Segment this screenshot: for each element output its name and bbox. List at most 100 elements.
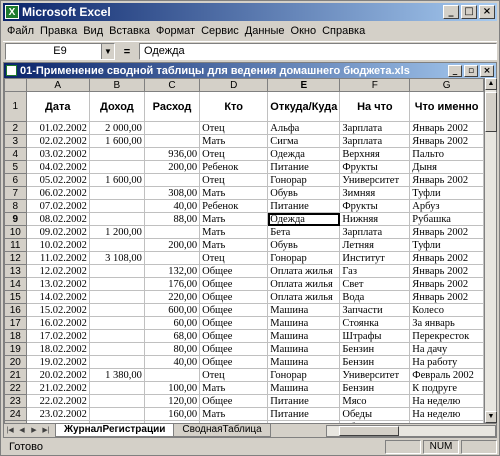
close-button[interactable]: × <box>479 5 495 19</box>
workbook-close-button[interactable]: × <box>480 64 494 77</box>
data-cell[interactable] <box>143 225 201 239</box>
data-cell[interactable] <box>143 173 201 187</box>
prev-sheet-icon[interactable]: ◀ <box>16 425 28 437</box>
data-cell[interactable]: 308,00 <box>143 186 201 200</box>
data-cell[interactable]: Зимняя <box>339 186 411 200</box>
data-cell[interactable]: 07.02.2002 <box>25 199 90 213</box>
data-cell[interactable]: Рубашка <box>409 212 484 226</box>
data-cell[interactable]: Машина <box>267 303 341 317</box>
row-header[interactable]: 14 <box>4 277 27 291</box>
data-cell[interactable]: Общее <box>199 303 269 317</box>
data-cell[interactable]: Гонорар <box>267 173 341 187</box>
data-cell[interactable]: 1 600,00 <box>88 173 145 187</box>
data-cell[interactable]: 06.02.2002 <box>25 186 90 200</box>
data-cell[interactable]: Общее <box>199 394 269 408</box>
data-cell[interactable] <box>88 407 145 421</box>
data-cell[interactable] <box>88 186 145 200</box>
data-cell[interactable]: 21.02.2002 <box>25 381 90 395</box>
data-cell[interactable]: 68,00 <box>143 329 201 343</box>
data-cell[interactable]: 2 000,00 <box>88 121 145 135</box>
header-cell[interactable]: Доход <box>88 91 145 122</box>
header-cell[interactable]: Откуда/Куда <box>267 91 341 122</box>
data-cell[interactable]: Гонорар <box>267 251 341 265</box>
data-cell[interactable] <box>88 316 145 330</box>
row-header[interactable]: 7 <box>4 186 27 200</box>
data-cell[interactable]: Январь 2002 <box>409 290 484 304</box>
column-header[interactable]: C <box>143 78 201 92</box>
vertical-scroll-thumb[interactable] <box>485 92 497 132</box>
data-cell[interactable]: Январь 2002 <box>409 173 484 187</box>
data-cell[interactable]: 02.02.2002 <box>25 134 90 148</box>
data-cell[interactable] <box>88 264 145 278</box>
data-cell[interactable]: Сигма <box>267 134 341 148</box>
data-cell[interactable]: Нижняя <box>339 212 411 226</box>
header-cell[interactable]: Расход <box>143 91 201 122</box>
data-cell[interactable]: Обеды <box>339 407 411 421</box>
data-cell[interactable]: 04.02.2002 <box>25 160 90 174</box>
data-cell[interactable]: Фрукты <box>339 160 411 174</box>
data-cell[interactable]: Фрукты <box>339 199 411 213</box>
data-cell[interactable] <box>88 238 145 252</box>
data-cell[interactable] <box>88 355 145 369</box>
data-cell[interactable]: Зарплата <box>339 121 411 135</box>
data-cell[interactable] <box>88 277 145 291</box>
header-cell[interactable]: На что <box>339 91 411 122</box>
data-cell[interactable]: 1 600,00 <box>88 134 145 148</box>
data-cell[interactable]: Стоянка <box>339 316 411 330</box>
data-cell[interactable]: Университет <box>339 173 411 187</box>
data-cell[interactable]: 12.02.2002 <box>25 264 90 278</box>
data-cell[interactable] <box>88 394 145 408</box>
data-cell[interactable]: 09.02.2002 <box>25 225 90 239</box>
row-header[interactable]: 2 <box>4 121 27 135</box>
data-cell[interactable] <box>88 329 145 343</box>
menu-item[interactable]: Формат <box>156 25 195 37</box>
data-cell[interactable]: Машина <box>267 342 341 356</box>
maximize-button[interactable]: □ <box>461 5 477 19</box>
data-cell[interactable]: Арбуз <box>409 199 484 213</box>
data-cell[interactable]: 80,00 <box>143 342 201 356</box>
row-header[interactable]: 11 <box>4 238 27 252</box>
data-cell[interactable]: Штрафы <box>339 329 411 343</box>
tab-journal[interactable]: ЖурналРегистрации <box>55 424 175 437</box>
data-cell[interactable]: 600,00 <box>143 303 201 317</box>
data-cell[interactable]: Питание <box>267 160 341 174</box>
horizontal-scrollbar[interactable] <box>326 424 496 437</box>
data-cell[interactable]: Январь 2002 <box>409 277 484 291</box>
data-cell[interactable]: 03.02.2002 <box>25 147 90 161</box>
workbook-minimize-button[interactable]: _ <box>448 64 462 77</box>
data-cell[interactable]: Февраль 2002 <box>409 368 484 382</box>
data-cell[interactable] <box>88 212 145 226</box>
first-sheet-icon[interactable]: |◀ <box>4 425 16 437</box>
menu-item[interactable]: Данные <box>245 25 285 37</box>
column-header[interactable]: F <box>339 78 411 92</box>
data-cell[interactable]: Мясо <box>339 394 411 408</box>
vertical-scrollbar[interactable]: ▲ ▼ <box>484 78 497 423</box>
data-cell[interactable]: На неделю <box>409 394 484 408</box>
data-cell[interactable]: Отец <box>199 121 269 135</box>
data-cell[interactable]: Бензин <box>339 381 411 395</box>
data-cell[interactable]: Отец <box>199 251 269 265</box>
data-cell[interactable]: На неделю <box>409 407 484 421</box>
data-cell[interactable] <box>88 303 145 317</box>
row-header[interactable]: 23 <box>4 394 27 408</box>
data-cell[interactable]: 01.02.2002 <box>25 121 90 135</box>
data-cell[interactable]: Мать <box>199 238 269 252</box>
data-cell[interactable]: 40,00 <box>143 199 201 213</box>
data-cell[interactable]: Машина <box>267 355 341 369</box>
data-cell[interactable] <box>88 342 145 356</box>
data-cell[interactable]: Январь 2002 <box>409 134 484 148</box>
scroll-up-icon[interactable]: ▲ <box>485 78 497 90</box>
data-cell[interactable]: Перекресток <box>409 329 484 343</box>
scroll-down-icon[interactable]: ▼ <box>485 411 497 423</box>
data-cell[interactable]: 1 380,00 <box>88 368 145 382</box>
data-cell[interactable]: Бета <box>267 225 341 239</box>
data-cell[interactable]: Зарплата <box>339 225 411 239</box>
data-cell[interactable]: 16.02.2002 <box>25 316 90 330</box>
data-cell[interactable]: 936,00 <box>143 147 201 161</box>
data-cell[interactable]: Питание <box>267 394 341 408</box>
row-header[interactable]: 20 <box>4 355 27 369</box>
data-cell[interactable]: 22.02.2002 <box>25 394 90 408</box>
data-cell[interactable]: Дыня <box>409 160 484 174</box>
row-header[interactable]: 17 <box>4 316 27 330</box>
workbook-restore-button[interactable]: ▫ <box>464 64 478 77</box>
